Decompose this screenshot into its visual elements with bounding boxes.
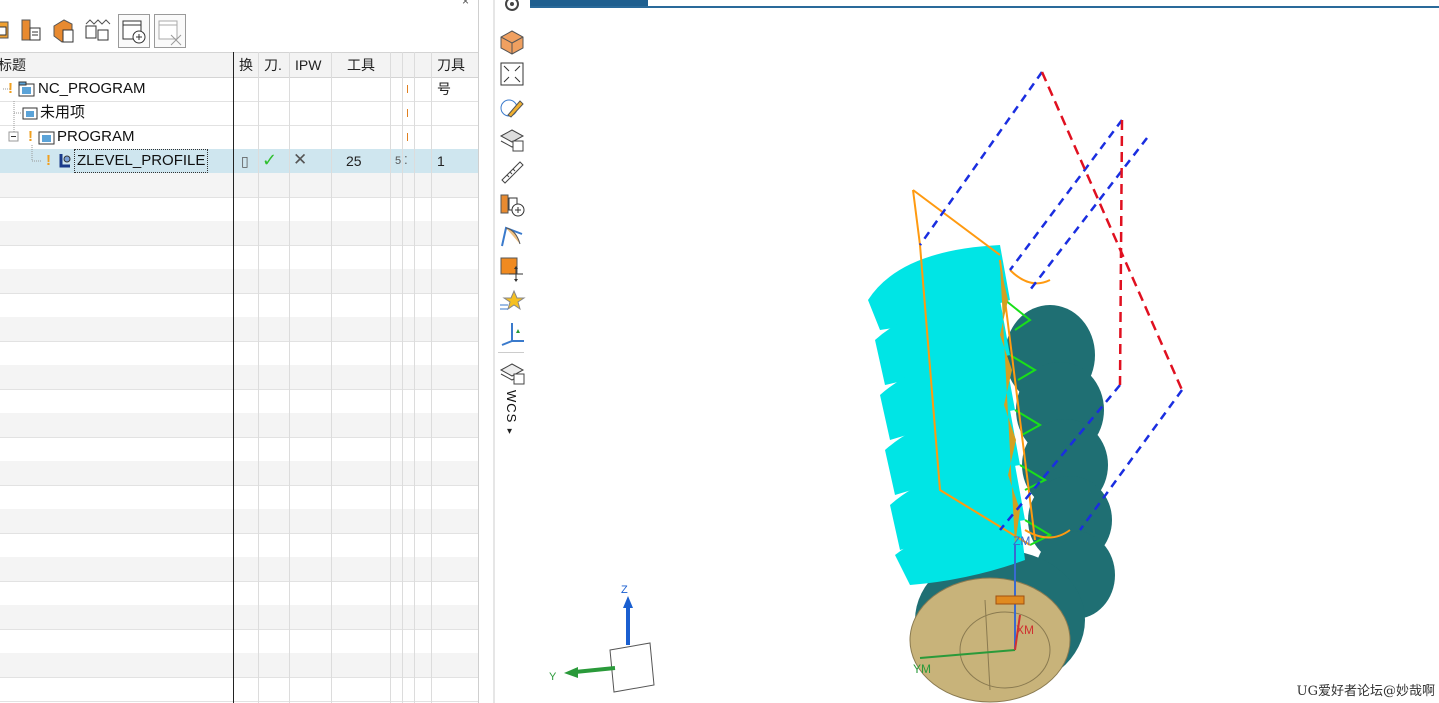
status-tick <box>407 85 408 93</box>
column-divider[interactable] <box>233 52 234 703</box>
measure-icon[interactable] <box>498 158 526 186</box>
column-divider[interactable] <box>414 52 415 703</box>
tree-item-label[interactable]: NC_PROGRAM <box>38 77 146 101</box>
section-icon[interactable] <box>498 222 526 250</box>
create-program-icon[interactable] <box>118 14 150 48</box>
navigator-toolbar <box>0 12 478 48</box>
navigator-close-button[interactable]: × <box>462 0 469 8</box>
empty-row <box>0 677 478 702</box>
empty-row <box>0 197 478 222</box>
column-name-header[interactable]: 标题 <box>0 53 26 77</box>
empty-row <box>0 413 478 438</box>
navigator-title <box>0 0 478 6</box>
tool-value: 25 <box>346 153 362 169</box>
column-change-header[interactable]: 换 <box>239 53 253 77</box>
highlight-icon[interactable] <box>498 287 526 315</box>
path-ok-check-icon: ✓ <box>262 150 278 170</box>
toolbar-divider <box>498 352 524 353</box>
status-tick <box>407 109 408 117</box>
empty-row <box>0 389 478 414</box>
column-divider[interactable] <box>331 52 332 703</box>
column-tool-header[interactable]: 工具 <box>347 53 375 77</box>
warning-marker: ! <box>8 80 13 97</box>
empty-row <box>0 317 478 342</box>
changed-status-icon: ▯ <box>241 153 249 169</box>
settings-icon[interactable] <box>498 0 526 18</box>
column-path-header[interactable]: 刀. <box>264 53 282 77</box>
assembly-icon[interactable] <box>498 190 526 218</box>
column-toolnum-header[interactable]: 刀具号 <box>437 53 478 97</box>
column-ipw-header[interactable]: IPW <box>295 53 321 77</box>
method-view-icon[interactable] <box>84 14 114 46</box>
empty-row <box>0 269 478 294</box>
empty-row <box>0 605 478 630</box>
empty-row <box>0 437 478 462</box>
status-tick <box>407 133 408 141</box>
program-view-icon[interactable] <box>0 14 20 46</box>
wcs-label: WCS <box>504 390 519 424</box>
empty-row <box>0 629 478 654</box>
triad-y-label: Y <box>549 671 557 683</box>
empty-row <box>0 533 478 558</box>
fit-view-icon[interactable] <box>498 60 526 88</box>
empty-row <box>0 341 478 366</box>
empty-row <box>0 461 478 486</box>
empty-row <box>0 293 478 318</box>
xm-label: XM <box>1016 623 1034 637</box>
empty-row <box>0 557 478 582</box>
view-toolbar <box>496 0 528 703</box>
ym-label: YM <box>913 662 931 676</box>
wcs-dropdown[interactable]: WCS ▾ <box>498 390 524 440</box>
zm-label: ZM <box>1013 534 1030 548</box>
program-folder-icon <box>38 131 55 145</box>
navigator-column-header: 标题 换 刀. IPW 工具 刀具号 <box>0 52 478 97</box>
program-folder-icon <box>18 81 35 97</box>
geometry-view-icon[interactable] <box>50 14 80 46</box>
tree-item-label[interactable]: 未用项 <box>40 101 85 125</box>
wcs-orient-icon[interactable] <box>498 319 526 347</box>
tool-path <box>868 245 1025 585</box>
col6-value: 5 ⁚ <box>395 155 408 167</box>
column-divider[interactable] <box>431 52 432 703</box>
operation-navigator: × 标题 换 刀. IPW 工具 刀具号 ! NC_PROGRAM 未用项 ! … <box>0 0 479 703</box>
unused-folder-icon <box>22 107 38 120</box>
empty-row <box>0 245 478 270</box>
delete-icon[interactable] <box>154 14 186 48</box>
empty-row <box>0 653 478 678</box>
column-divider[interactable] <box>390 52 391 703</box>
empty-row <box>0 221 478 246</box>
empty-row <box>0 365 478 390</box>
empty-row <box>0 509 478 534</box>
move-icon[interactable] <box>498 255 526 283</box>
layer-icon[interactable] <box>498 126 526 154</box>
ipw-none-icon: ✕ <box>293 150 308 169</box>
layer-settings-icon[interactable] <box>498 360 526 388</box>
sketch-icon[interactable] <box>498 93 526 121</box>
empty-row <box>0 581 478 606</box>
empty-row <box>0 485 478 510</box>
panel-splitter[interactable] <box>493 0 495 703</box>
column-divider[interactable] <box>258 52 259 703</box>
triad-z-label: Z <box>621 584 628 596</box>
tree-item-label-selected[interactable]: ZLEVEL_PROFILE <box>74 149 209 173</box>
warning-marker: ! <box>46 152 51 169</box>
tool-number-value: 1 <box>437 153 445 169</box>
zlevel-operation-icon <box>59 154 71 168</box>
machine-tool-view-icon[interactable] <box>18 14 48 46</box>
tree-item-label[interactable]: PROGRAM <box>57 125 135 149</box>
warning-marker: ! <box>28 128 33 145</box>
display-part-icon[interactable] <box>498 28 526 56</box>
column-divider[interactable] <box>289 52 290 703</box>
view-triad <box>564 596 655 693</box>
chevron-down-icon: ▾ <box>507 426 513 437</box>
watermark-text: UG爱好者论坛@妙哉啊 <box>1296 684 1435 699</box>
model-view[interactable]: ZM YM XM Z Y <box>530 0 1439 703</box>
